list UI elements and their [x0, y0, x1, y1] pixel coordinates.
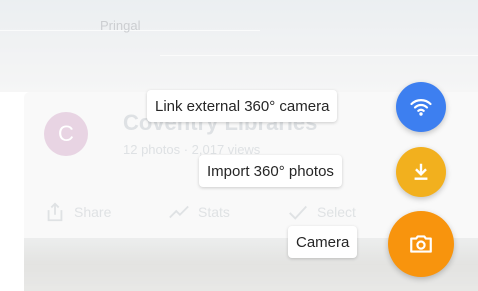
- download-icon: [414, 163, 428, 180]
- wifi-icon: [410, 99, 432, 116]
- import-photos-button[interactable]: [396, 147, 446, 197]
- camera-icon: [410, 235, 432, 253]
- link-external-camera-label[interactable]: Link external 360° camera: [147, 90, 338, 122]
- link-external-camera-button[interactable]: [396, 82, 446, 132]
- camera-button[interactable]: [388, 211, 454, 277]
- camera-label[interactable]: Camera: [288, 226, 358, 258]
- import-photos-label[interactable]: Import 360° photos: [199, 155, 342, 187]
